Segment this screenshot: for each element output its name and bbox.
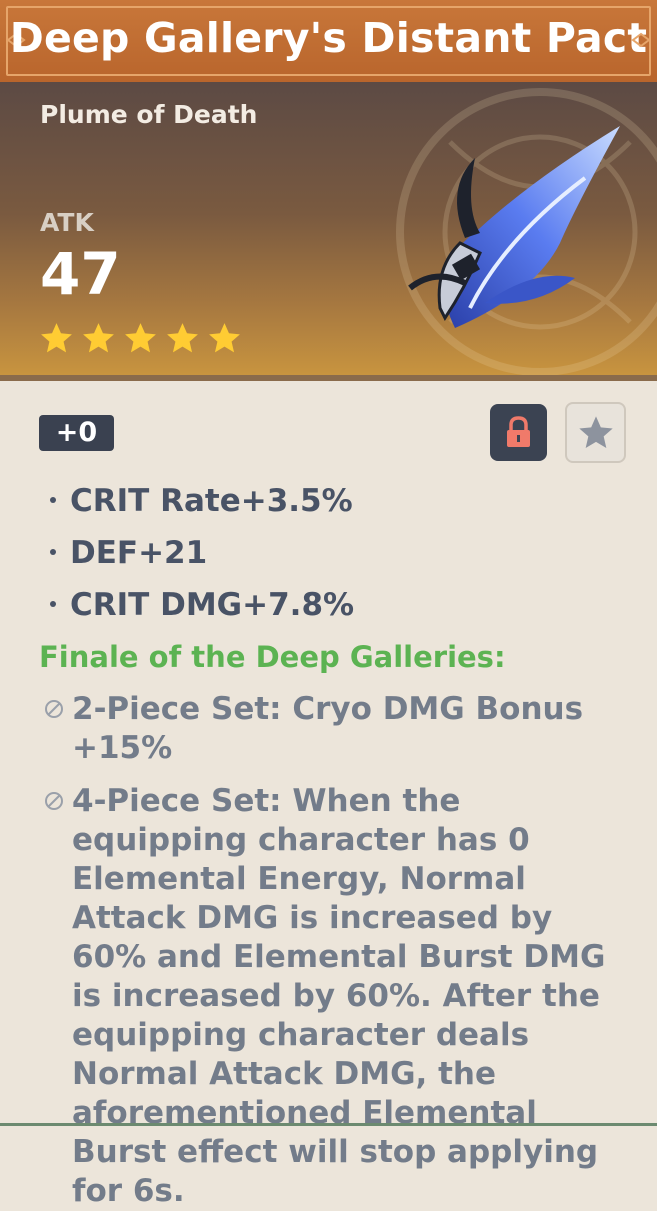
title-bar: Deep Gallery's Distant Pact <box>0 0 657 82</box>
artifact-name: Deep Gallery's Distant Pact <box>9 14 648 62</box>
level-badge: +0 <box>39 415 114 451</box>
substat-text: DEF+21 <box>70 535 208 571</box>
lock-icon <box>507 416 530 447</box>
artifact-slot: Plume of Death <box>40 100 258 129</box>
title-ornament-right-icon <box>631 32 651 48</box>
set-name: Finale of the Deep Galleries: <box>39 640 506 674</box>
artifact-header: Plume of Death ATK 47 <box>0 82 657 375</box>
inactive-icon <box>45 792 63 810</box>
set-effect-4pc: 4-Piece Set: When the equipping characte… <box>44 782 624 1211</box>
favorite-button[interactable] <box>565 402 626 463</box>
inactive-icon <box>45 700 63 718</box>
main-stat-value: 47 <box>40 240 121 308</box>
set-effect-2pc: 2-Piece Set: Cryo DMG Bonus +15% <box>44 690 624 768</box>
bullet-icon <box>50 497 56 503</box>
rarity-stars <box>38 320 243 357</box>
main-stat-label: ATK <box>40 208 94 237</box>
star-outline-icon <box>579 416 613 448</box>
set-effect-text: 4-Piece Set: When the equipping characte… <box>72 783 606 1209</box>
star-icon <box>122 320 159 357</box>
header-divider <box>0 375 657 381</box>
star-icon <box>80 320 117 357</box>
bullet-icon <box>50 549 56 555</box>
star-icon <box>38 320 75 357</box>
set-effect-text: 2-Piece Set: Cryo DMG Bonus +15% <box>72 691 584 766</box>
substat-text: CRIT DMG+7.8% <box>70 587 355 623</box>
star-icon <box>164 320 201 357</box>
star-icon <box>206 320 243 357</box>
substat-text: CRIT Rate+3.5% <box>70 483 353 519</box>
lock-button[interactable] <box>490 404 547 461</box>
artifact-image <box>408 126 620 328</box>
bullet-icon <box>50 601 56 607</box>
